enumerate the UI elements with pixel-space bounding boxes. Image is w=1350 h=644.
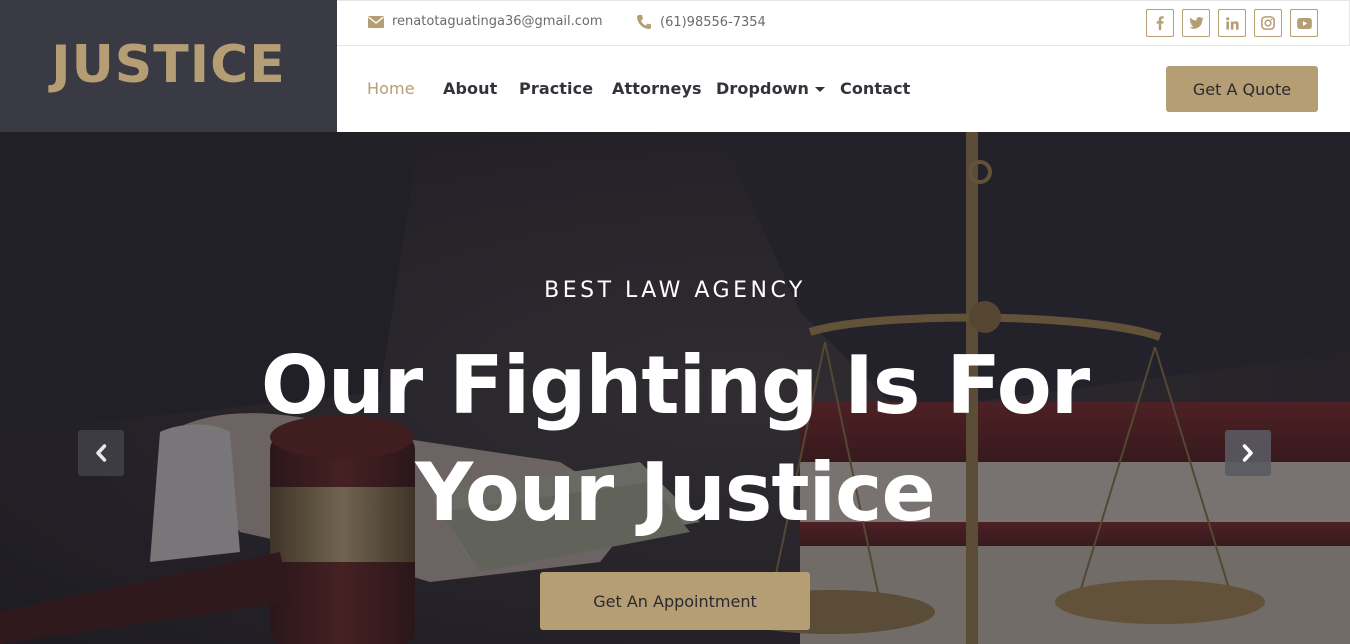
youtube-link[interactable] [1290, 9, 1318, 37]
nav-practice-label: Practice [519, 79, 594, 98]
nav-dropdown[interactable]: Dropdown [716, 79, 826, 98]
hero-headline: Our Fighting Is For Your Justice [0, 332, 1350, 546]
hero-headline-line2: Your Justice [415, 446, 935, 539]
hero-headline-line1: Our Fighting Is For [260, 339, 1090, 432]
email-contact[interactable]: renatotaguatinga36@gmail.com [368, 14, 603, 29]
nav-home[interactable]: Home [367, 79, 415, 98]
chevron-right-icon [1242, 444, 1253, 462]
brand-logo-block[interactable]: JUSTICE [0, 0, 337, 132]
main-navbar: Home About Practice Attorneys Dropdown C… [337, 46, 1350, 132]
carousel-next-button[interactable] [1225, 430, 1271, 476]
linkedin-icon [1225, 16, 1239, 30]
social-links [1146, 9, 1318, 37]
nav-dropdown-label: Dropdown [716, 79, 810, 98]
nav-contact-label: Contact [840, 79, 911, 98]
nav-about-label: About [443, 79, 498, 98]
get-appointment-button[interactable]: Get An Appointment [540, 572, 810, 630]
nav-attorneys[interactable]: Attorneys [612, 79, 702, 98]
youtube-icon [1296, 17, 1312, 29]
nav-attorneys-label: Attorneys [612, 79, 702, 98]
nav-practice[interactable]: Practice [519, 79, 593, 98]
chevron-left-icon [96, 444, 107, 462]
envelope-icon [368, 15, 384, 28]
facebook-link[interactable] [1146, 9, 1174, 37]
caret-down-icon [815, 86, 826, 92]
top-contact-bar: renatotaguatinga36@gmail.com (61)98556-7… [337, 0, 1350, 46]
phone-contact[interactable]: (61)98556-7354 [636, 14, 766, 30]
nav-about[interactable]: About [443, 79, 497, 98]
facebook-icon [1156, 16, 1164, 30]
nav-home-label: Home [367, 79, 415, 98]
instagram-link[interactable] [1254, 9, 1282, 37]
linkedin-link[interactable] [1218, 9, 1246, 37]
instagram-icon [1261, 16, 1275, 30]
get-quote-button[interactable]: Get A Quote [1166, 66, 1318, 112]
email-text: renatotaguatinga36@gmail.com [392, 14, 603, 29]
twitter-link[interactable] [1182, 9, 1210, 37]
phone-icon [637, 15, 651, 29]
hero-carousel: BEST LAW AGENCY Our Fighting Is For Your… [0, 132, 1350, 644]
carousel-prev-button[interactable] [78, 430, 124, 476]
brand-name: JUSTICE [51, 35, 286, 95]
nav-contact[interactable]: Contact [840, 79, 910, 98]
hero-kicker: BEST LAW AGENCY [544, 278, 806, 303]
phone-text: (61)98556-7354 [660, 14, 766, 30]
twitter-icon [1188, 17, 1204, 29]
